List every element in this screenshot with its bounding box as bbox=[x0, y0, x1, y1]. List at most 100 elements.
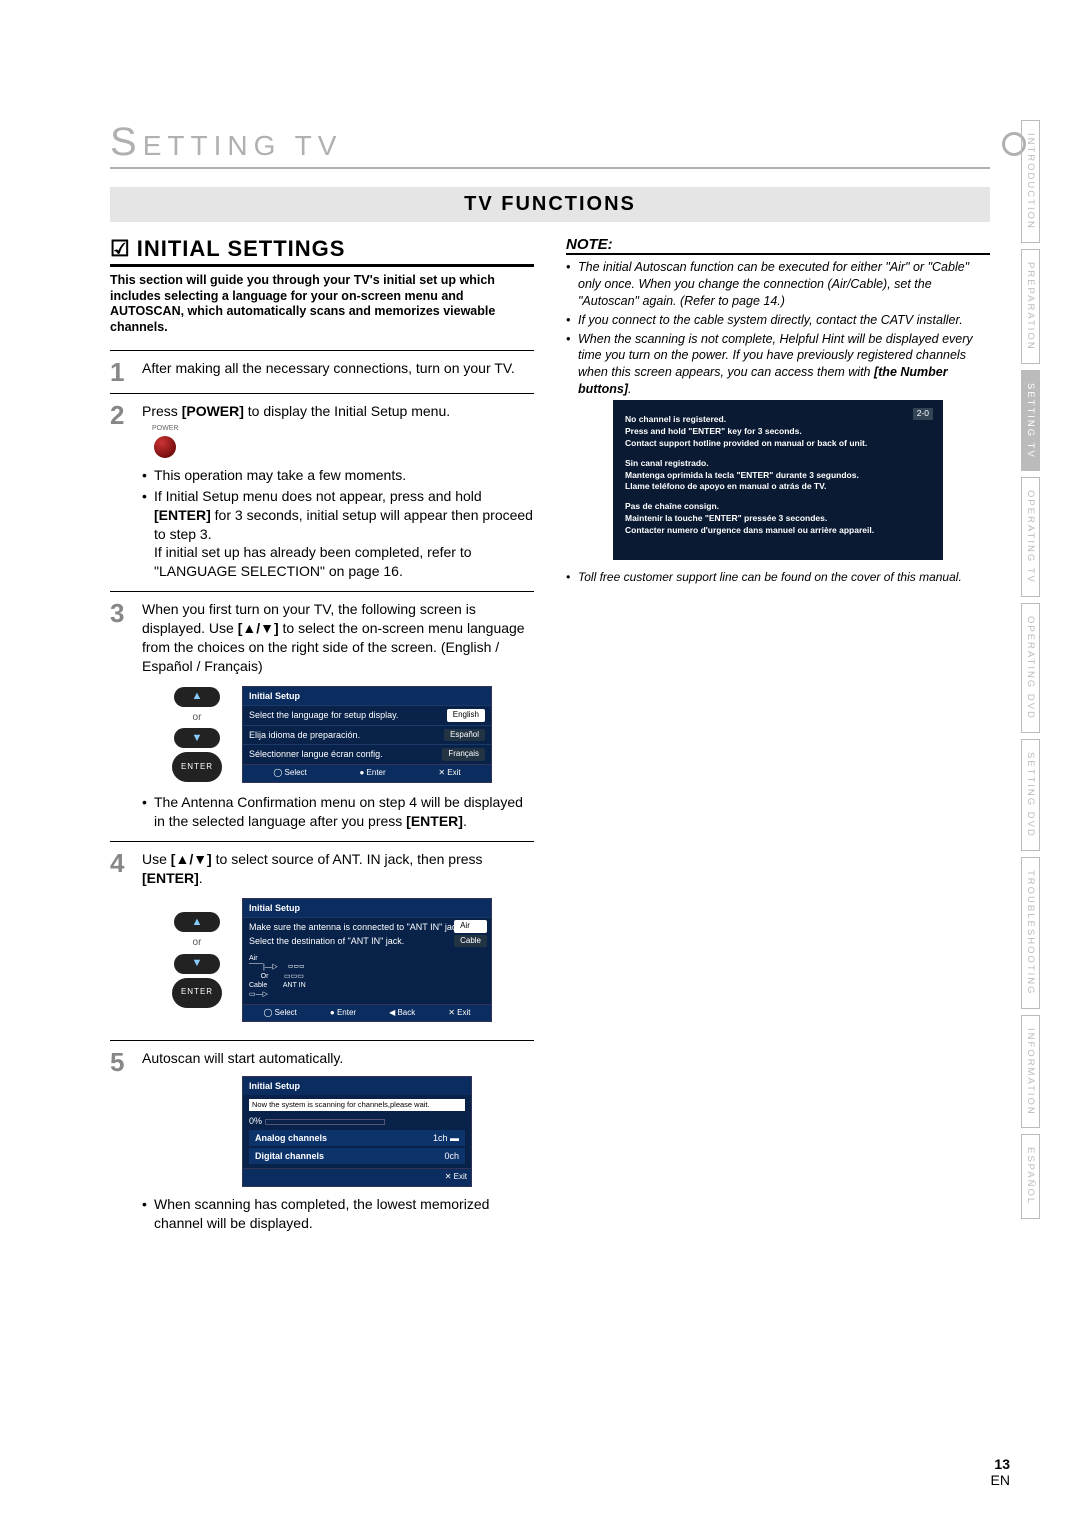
osd-row-label: Select the language for setup display. bbox=[249, 709, 398, 722]
hint-line: No channel is registered. bbox=[625, 414, 931, 426]
or-label: or bbox=[193, 936, 202, 950]
bullet-text: for 3 seconds, initial setup will appear… bbox=[154, 507, 533, 542]
osd-scan-msg: Now the system is scanning for channels,… bbox=[249, 1099, 465, 1111]
step-text: Press bbox=[142, 403, 182, 419]
osd-language-menu: Initial Setup Select the language for se… bbox=[242, 686, 492, 783]
step-text: Use bbox=[142, 851, 171, 867]
enter-button-icon: ENTER bbox=[172, 752, 222, 782]
down-arrow-icon: ▼ bbox=[174, 954, 220, 974]
osd-corner-badge: 2-0 bbox=[913, 408, 933, 420]
osd-foot-select: ◯ Select bbox=[273, 768, 306, 779]
up-arrow-icon: ▲ bbox=[174, 687, 220, 707]
remote-and-osd: ▲ or ▼ ENTER Initial Setup Select the la… bbox=[172, 686, 534, 783]
note-item: When the scanning is not complete, Helpf… bbox=[566, 331, 990, 399]
osd-scan-label: Analog channels bbox=[255, 1132, 327, 1144]
bullet-text: The Antenna Confirmation menu on step 4 … bbox=[154, 794, 523, 829]
power-button-icon bbox=[154, 436, 176, 458]
toll-free-note: Toll free customer support line can be f… bbox=[566, 570, 990, 584]
step-number: 4 bbox=[110, 850, 132, 1032]
step-number: 3 bbox=[110, 600, 132, 833]
bullet-text: If initial set up has already been compl… bbox=[154, 544, 472, 579]
step-body: Press [POWER] to display the Initial Set… bbox=[142, 402, 534, 584]
note-item: If you connect to the cable system direc… bbox=[566, 312, 990, 329]
step-number: 5 bbox=[110, 1049, 132, 1234]
tab-setting-dvd[interactable]: SETTING DVD bbox=[1021, 739, 1040, 851]
osd-row-label: Elija idioma de preparación. bbox=[249, 729, 360, 742]
hint-line: Contacter numero d'urgence dans manuel o… bbox=[625, 525, 931, 537]
section-intro: This section will guide you through your… bbox=[110, 273, 534, 336]
power-label: POWER bbox=[152, 424, 534, 433]
osd-option: English bbox=[447, 709, 485, 722]
osd-foot-exit: ✕ Exit bbox=[438, 768, 460, 779]
enter-key: [ENTER] bbox=[142, 870, 199, 886]
osd-row-label: Sélectionner langue écran config. bbox=[249, 748, 383, 761]
osd-foot-enter: ● Enter bbox=[330, 1008, 356, 1019]
step-body: When you first turn on your TV, the foll… bbox=[142, 600, 534, 833]
step-2: 2 Press [POWER] to display the Initial S… bbox=[110, 393, 534, 584]
arrow-keys: [▲/▼] bbox=[171, 851, 212, 867]
bullet: When scanning has completed, the lowest … bbox=[142, 1195, 534, 1233]
remote-and-osd: ▲ or ▼ ENTER Initial Setup Make sure the… bbox=[172, 898, 534, 1023]
enter-button-icon: ENTER bbox=[172, 978, 222, 1008]
osd-foot-enter: ● Enter bbox=[359, 768, 385, 779]
hint-line: Sin canal registrado. bbox=[625, 458, 931, 470]
step-text: to select source of ANT. IN jack, then p… bbox=[212, 851, 483, 867]
hint-line: Maintenir la touche "ENTER" pressée 3 se… bbox=[625, 513, 931, 525]
functions-title: TV FUNCTIONS bbox=[110, 187, 990, 222]
hint-line: Mantenga oprimida la tecla "ENTER" duran… bbox=[625, 470, 931, 482]
page-lang: EN bbox=[991, 1472, 1010, 1488]
power-key: [POWER] bbox=[182, 403, 244, 419]
section-title-text: INITIAL SETTINGS bbox=[137, 236, 346, 261]
osd-option: Air bbox=[454, 920, 487, 933]
osd-option: Español bbox=[444, 729, 485, 742]
tab-information[interactable]: INFORMATION bbox=[1021, 1015, 1040, 1129]
bullet-text: If Initial Setup menu does not appear, p… bbox=[154, 488, 482, 504]
step-number: 1 bbox=[110, 359, 132, 385]
note-text: . bbox=[628, 382, 631, 396]
osd-foot-select: ◯ Select bbox=[263, 1008, 296, 1019]
osd-text: Make sure the antenna is connected to "A… bbox=[249, 921, 463, 933]
or-label: or bbox=[193, 711, 202, 725]
osd-scan-value: 0ch bbox=[444, 1151, 459, 1161]
arrow-keys: [▲/▼] bbox=[238, 620, 279, 636]
up-arrow-icon: ▲ bbox=[174, 912, 220, 932]
tab-espanol[interactable]: ESPAÑOL bbox=[1021, 1134, 1040, 1218]
osd-text: Select the destination of "ANT IN" jack. bbox=[249, 935, 404, 947]
step-body: After making all the necessary connectio… bbox=[142, 359, 534, 385]
tab-setting-tv[interactable]: SETTING TV bbox=[1021, 370, 1040, 472]
osd-foot-exit: ✕ Exit bbox=[448, 1008, 470, 1019]
bullet: The Antenna Confirmation menu on step 4 … bbox=[142, 793, 534, 831]
chapter-initial: S bbox=[110, 120, 143, 164]
step-text: Autoscan will start automatically. bbox=[142, 1050, 343, 1066]
osd-scan-pct: 0% bbox=[249, 1116, 262, 1126]
page-number: 13 bbox=[991, 1456, 1010, 1472]
chapter-rest: ETTING TV bbox=[143, 130, 343, 161]
enter-key: [ENTER] bbox=[406, 813, 463, 829]
osd-antenna-menu: Initial Setup Make sure the antenna is c… bbox=[242, 898, 492, 1023]
osd-option: Cable bbox=[454, 935, 487, 948]
osd-header: Initial Setup bbox=[243, 687, 491, 705]
step-text: to display the Initial Setup menu. bbox=[244, 403, 450, 419]
remote-arrows: ▲ or ▼ ENTER bbox=[172, 912, 222, 1008]
hint-line: Press and hold "ENTER" key for 3 seconds… bbox=[625, 426, 931, 438]
hint-line: Pas de chaîne consign. bbox=[625, 501, 931, 513]
hint-line: Contact support hotline provided on manu… bbox=[625, 438, 931, 450]
tab-operating-dvd[interactable]: OPERATING DVD bbox=[1021, 603, 1040, 733]
osd-header: Initial Setup bbox=[243, 1077, 471, 1095]
step-body: Autoscan will start automatically. Initi… bbox=[142, 1049, 534, 1234]
hint-line: Llame teléfono de apoyo en manual o atrá… bbox=[625, 481, 931, 493]
section-title: ☑INITIAL SETTINGS bbox=[110, 236, 534, 267]
step-body: Use [▲/▼] to select source of ANT. IN ja… bbox=[142, 850, 534, 1032]
step-3: 3 When you first turn on your TV, the fo… bbox=[110, 591, 534, 833]
step-5: 5 Autoscan will start automatically. Ini… bbox=[110, 1040, 534, 1234]
check-icon: ☑ bbox=[110, 236, 131, 261]
note-heading: NOTE: bbox=[566, 236, 990, 255]
step-number: 2 bbox=[110, 402, 132, 584]
tab-operating-tv[interactable]: OPERATING TV bbox=[1021, 477, 1040, 597]
tab-introduction[interactable]: INTRODUCTION bbox=[1021, 120, 1040, 243]
tab-preparation[interactable]: PREPARATION bbox=[1021, 249, 1040, 364]
osd-scanning-menu: Initial Setup Now the system is scanning… bbox=[242, 1076, 472, 1186]
osd-diagram: Air ⎺⎺|—▷ ▭▭▭ Or ▭▭▭ Cable ANT IN ▭—▷ bbox=[243, 950, 491, 1003]
tab-troubleshooting[interactable]: TROUBLESHOOTING bbox=[1021, 857, 1040, 1009]
page-number-block: 13 EN bbox=[991, 1456, 1010, 1488]
